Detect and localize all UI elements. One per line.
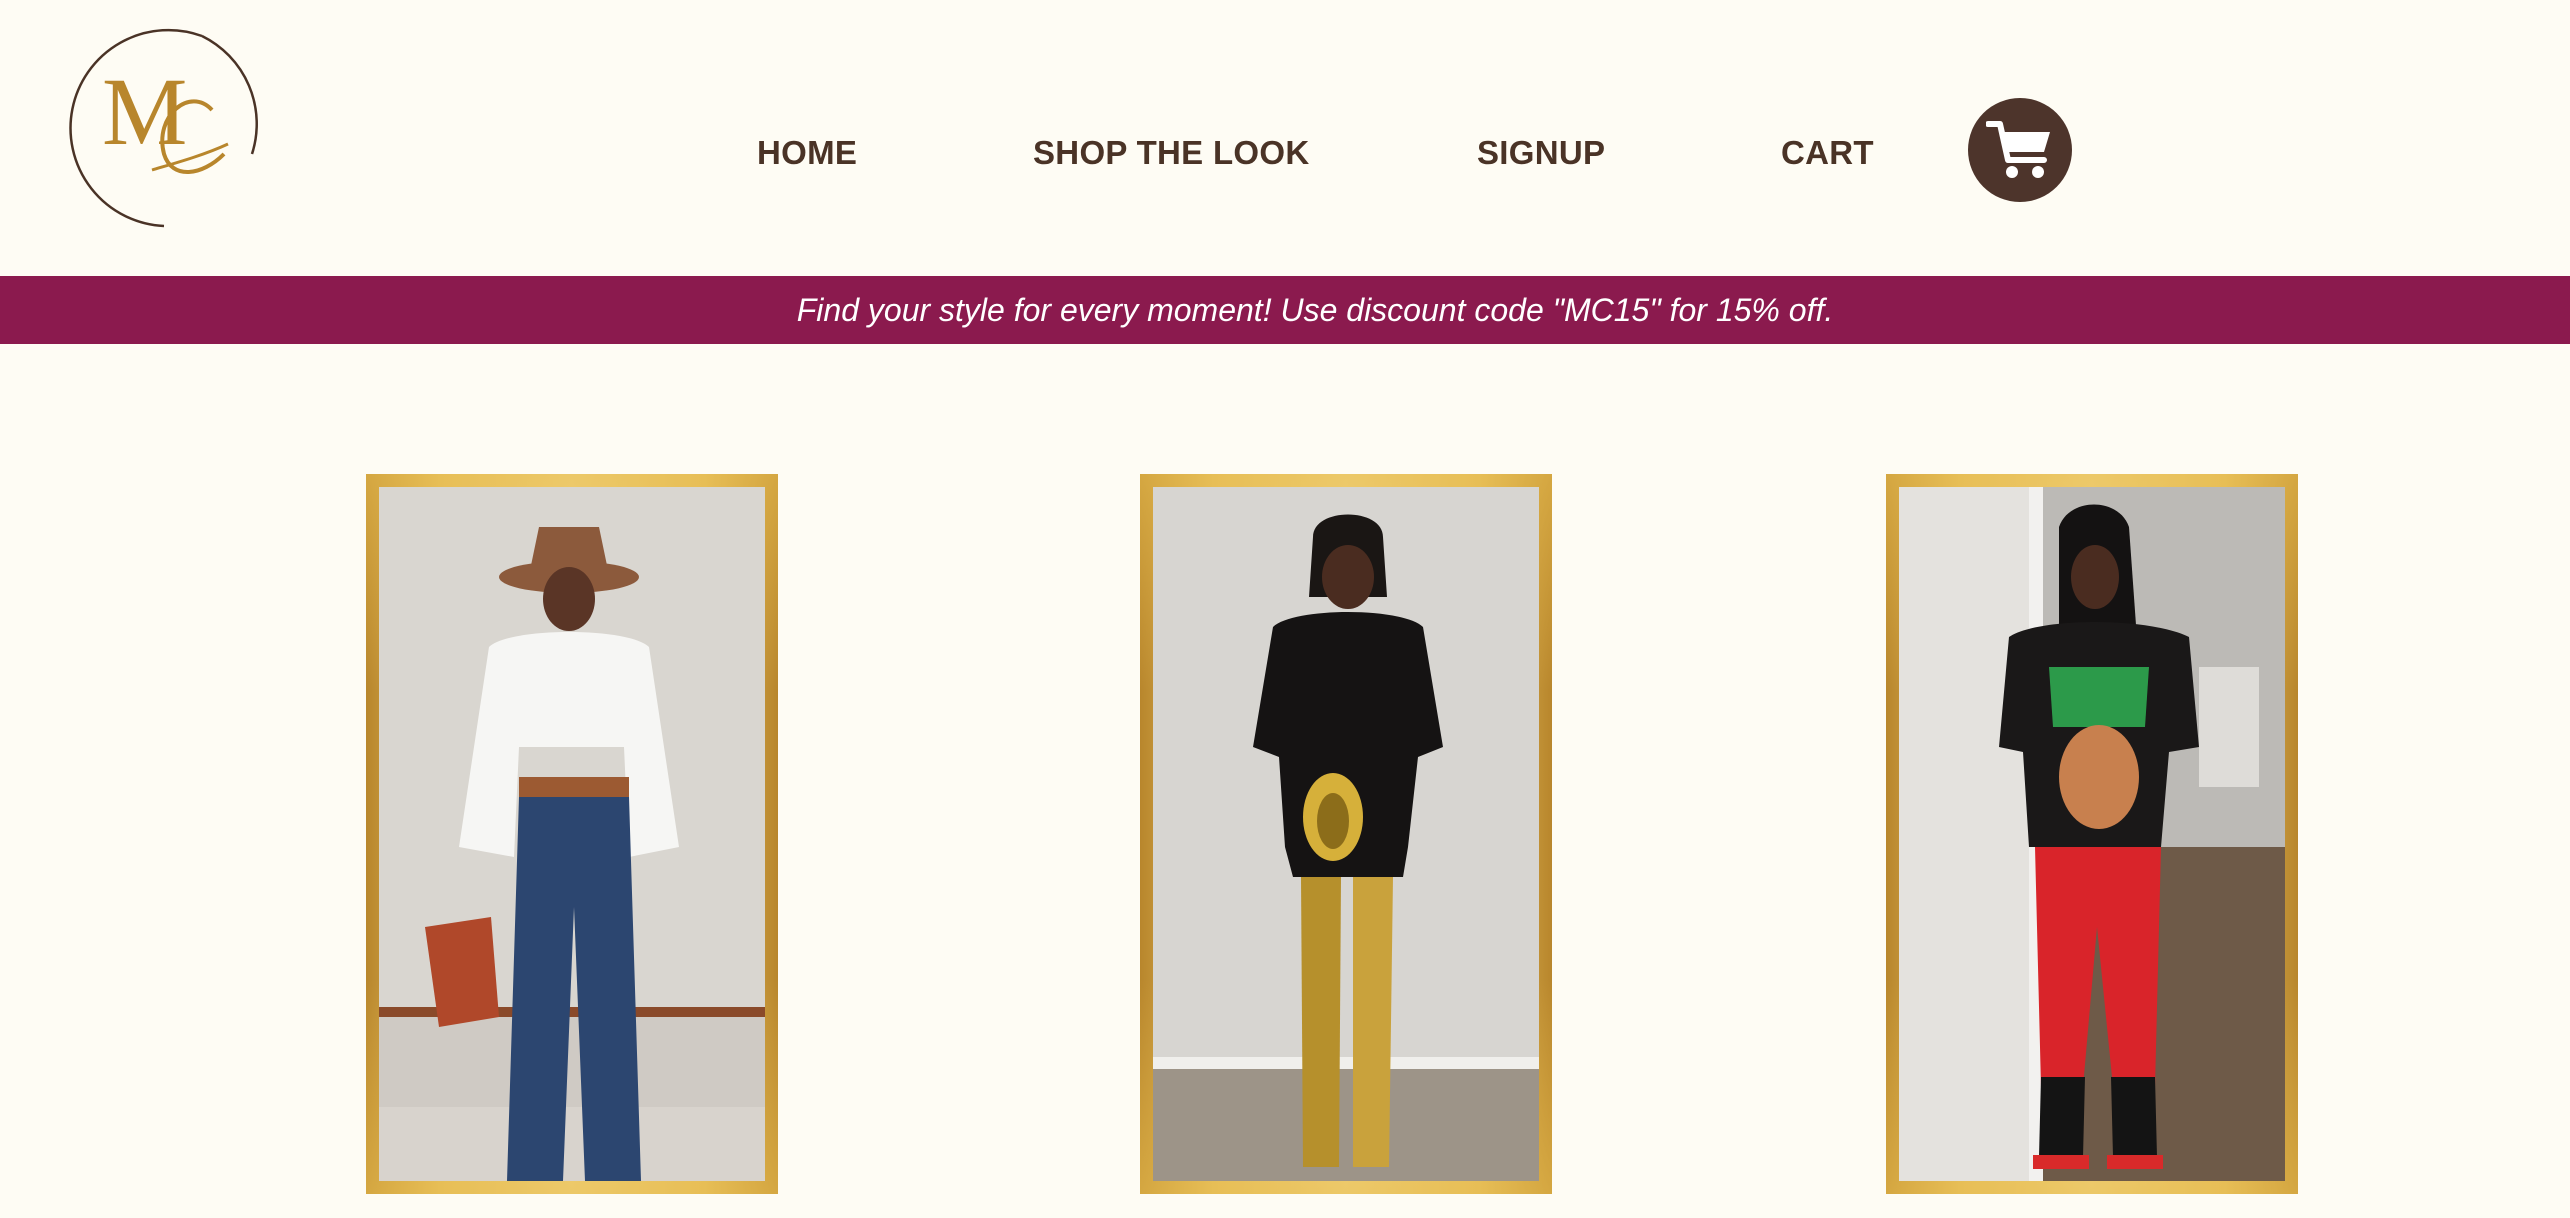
mc-logo-icon[interactable]: M	[52, 26, 264, 230]
nav-cart-link[interactable]: CART	[1781, 134, 1874, 178]
outfit-photo-3	[1899, 487, 2285, 1181]
look-card-3[interactable]	[1886, 474, 2298, 1194]
cart-button[interactable]	[1968, 98, 2072, 202]
page: M HOME SHOP THE LOOK SIGNUP CART Find yo…	[0, 0, 2570, 1218]
outfit-photo-2	[1153, 487, 1539, 1181]
promo-banner-text: Find your style for every moment! Use di…	[796, 292, 1834, 328]
promo-banner: Find your style for every moment! Use di…	[0, 276, 2570, 344]
nav-shop-the-look-link[interactable]: SHOP THE LOOK	[1033, 134, 1310, 178]
shopping-cart-icon	[1986, 121, 2050, 178]
look-card-2[interactable]	[1140, 474, 1552, 1194]
look-card-1[interactable]	[366, 474, 778, 1194]
nav-home-link[interactable]: HOME	[757, 134, 857, 178]
outfit-photo-1	[379, 487, 765, 1181]
nav-signup-link[interactable]: SIGNUP	[1477, 134, 1605, 178]
site-header: M HOME SHOP THE LOOK SIGNUP CART	[0, 0, 2570, 276]
